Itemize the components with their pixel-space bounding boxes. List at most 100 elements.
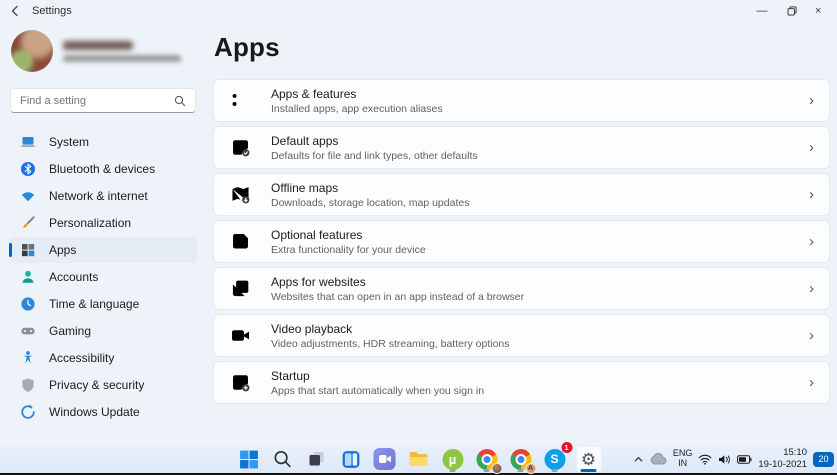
shield-icon (22, 378, 34, 392)
wifi-tray-button[interactable] (698, 454, 712, 465)
sidebar-item-system[interactable]: System (9, 129, 197, 155)
chrome-profile-avatar-badge (491, 463, 502, 474)
chevron-right-icon: › (809, 186, 814, 203)
utorrent-icon: µ (442, 448, 463, 470)
task-view-icon (309, 452, 324, 466)
sidebar-item-label: Apps (49, 243, 77, 257)
sidebar-item-label: Gaming (49, 324, 92, 338)
sidebar-item-time-language[interactable]: Time & language (9, 291, 197, 317)
chrome-profile-1-button[interactable] (474, 446, 502, 474)
cloud-icon (650, 453, 667, 465)
volume-tray-button[interactable] (718, 454, 731, 465)
user-email-redacted (63, 54, 181, 62)
card-title: Apps & features (271, 86, 357, 101)
running-indicator (483, 469, 490, 472)
sidebar-item-apps[interactable]: Apps (9, 237, 197, 263)
task-view-button[interactable] (304, 446, 329, 472)
page-title: Apps (214, 32, 280, 62)
clock[interactable]: 15:10 19-10-2021 (758, 447, 807, 471)
minimize-button[interactable]: — (747, 0, 777, 22)
card-title: Apps for websites (271, 274, 366, 289)
system-tray: ENG IN 15:10 19-10-2021 20 (633, 445, 834, 473)
back-button[interactable] (0, 0, 30, 22)
taskbar-center-icons: µ A S 1 ⚙ (236, 442, 601, 474)
gear-icon: ⚙ (580, 449, 597, 469)
wifi-icon (699, 454, 712, 465)
card-apps-features[interactable]: Apps & features Installed apps, app execu… (213, 79, 830, 122)
restore-button[interactable] (777, 0, 807, 22)
hidden-icons-button[interactable] (633, 454, 644, 465)
card-optional-features[interactable]: Optional features Extra functionality for… (213, 220, 830, 263)
sidebar-item-accessibility[interactable]: Accessibility (9, 345, 197, 371)
card-offline-maps[interactable]: Offline maps Downloads, storage location,… (213, 173, 830, 216)
search-icon (274, 451, 291, 468)
chevron-up-icon (634, 456, 643, 461)
notification-count-badge[interactable]: 20 (813, 451, 834, 467)
list-icon (232, 93, 248, 106)
laptop-icon (21, 137, 35, 147)
avatar (11, 30, 53, 72)
card-apps-for-websites[interactable]: Apps for websites Websites that can open … (213, 267, 830, 310)
search-input[interactable] (20, 94, 174, 107)
sidebar-item-personalization[interactable]: Personalization (9, 210, 197, 236)
file-explorer-button[interactable] (406, 446, 431, 472)
clock-icon (21, 297, 35, 311)
running-indicator (449, 469, 456, 472)
sidebar-item-label: Accounts (49, 270, 99, 284)
sidebar-item-label: Network & internet (49, 189, 148, 203)
card-default-apps[interactable]: Default apps Defaults for file and link t… (213, 126, 830, 169)
chevron-left-icon (11, 5, 18, 17)
sidebar-item-windows-update[interactable]: Windows Update (9, 399, 197, 425)
tray-time: 15:10 (783, 447, 807, 459)
grid-plus-icon (233, 232, 251, 249)
utorrent-button[interactable]: µ (440, 446, 465, 472)
sidebar-item-accounts[interactable]: Accounts (9, 264, 197, 290)
card-startup[interactable]: Startup Apps that start automatically whe… (213, 361, 830, 404)
chevron-right-icon: › (809, 233, 814, 250)
sidebar-item-label: Personalization (49, 216, 132, 230)
search-icon (174, 95, 186, 106)
speaker-icon (719, 454, 731, 464)
search-box[interactable] (10, 88, 196, 113)
widgets-icon (342, 450, 359, 468)
bluetooth-icon (21, 162, 35, 176)
sidebar-item-gaming[interactable]: Gaming (9, 318, 197, 344)
running-indicator (517, 469, 524, 472)
sidebar-item-label: Time & language (49, 297, 140, 311)
wifi-globe-icon (21, 192, 35, 202)
tray-date: 19-10-2021 (758, 459, 807, 470)
windows-start-icon (239, 450, 258, 468)
chevron-right-icon: › (809, 280, 814, 297)
sidebar-item-label: System (49, 135, 90, 149)
language-indicator[interactable]: ENG IN (673, 448, 693, 469)
battery-tray-button[interactable] (737, 454, 752, 464)
gamepad-icon (21, 327, 35, 335)
settings-button[interactable]: ⚙ (576, 446, 601, 472)
start-button[interactable] (236, 446, 261, 472)
card-title: Offline maps (271, 180, 339, 195)
accessibility-icon (23, 351, 33, 364)
card-subtitle: Apps that start automatically when you s… (271, 384, 485, 397)
chrome-profile-2-button[interactable]: A (508, 446, 536, 474)
chat-button[interactable] (372, 446, 397, 472)
app-check-icon (233, 140, 250, 157)
card-title: Startup (271, 368, 310, 383)
sidebar-item-privacy-security[interactable]: Privacy & security (9, 372, 197, 398)
card-title: Default apps (271, 133, 339, 148)
map-download-icon (232, 187, 250, 204)
card-subtitle: Installed apps, app execution aliases (271, 102, 443, 115)
widgets-button[interactable] (338, 446, 363, 472)
skype-button[interactable]: S 1 (542, 442, 572, 472)
window-title: Settings (32, 5, 72, 17)
sidebar-item-bluetooth-devices[interactable]: Bluetooth & devices (9, 156, 197, 182)
active-indicator (580, 469, 597, 472)
skype-icon: S (544, 448, 565, 470)
onedrive-tray-button[interactable] (650, 453, 667, 465)
close-button[interactable]: × (807, 0, 837, 22)
sidebar-item-label: Bluetooth & devices (49, 162, 156, 176)
sidebar-item-label: Privacy & security (49, 378, 145, 392)
taskbar-search-button[interactable] (270, 446, 295, 472)
card-video-playback[interactable]: Video playback Video adjustments, HDR str… (213, 314, 830, 357)
sidebar-nav: System Bluetooth & devices Network & int… (9, 129, 197, 425)
sidebar-item-network-internet[interactable]: Network & internet (9, 183, 197, 209)
